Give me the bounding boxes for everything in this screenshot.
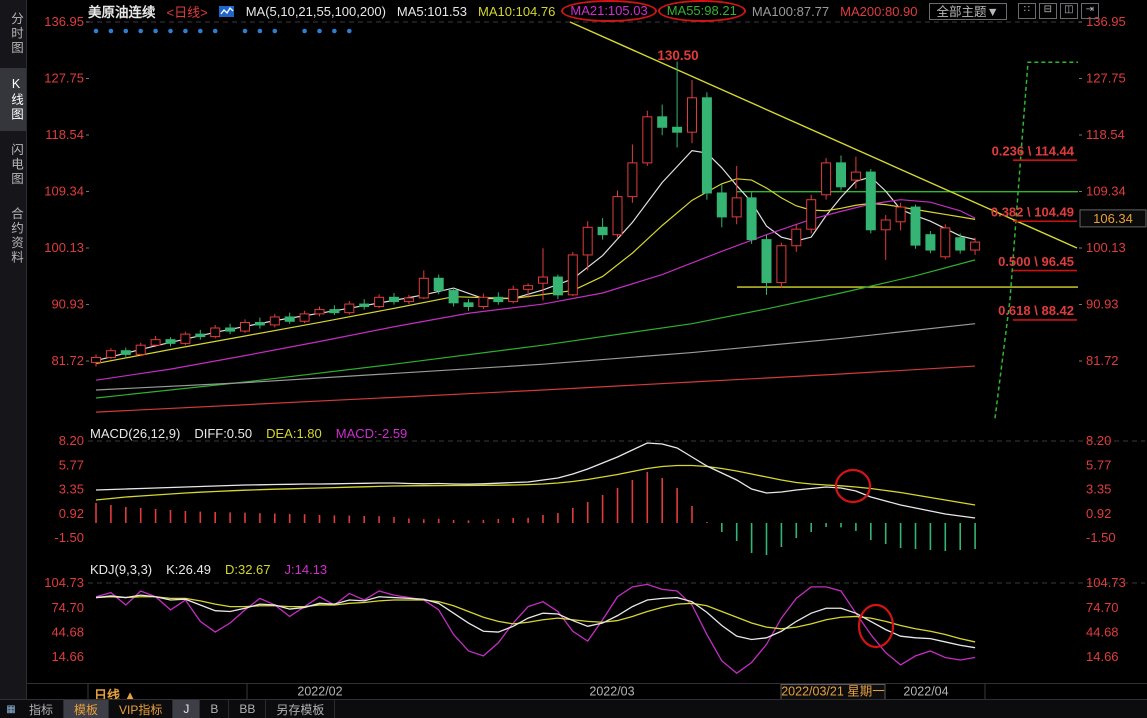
trading-terminal: 美原油连续 <日线> MA(5,10,21,55,100,200) MA5:10… <box>0 0 1147 718</box>
svg-text:109.34: 109.34 <box>44 184 84 199</box>
svg-text:0.500 \ 96.45: 0.500 \ 96.45 <box>998 254 1074 269</box>
svg-text:44.68: 44.68 <box>1086 625 1119 640</box>
svg-text:-1.50: -1.50 <box>1086 530 1116 545</box>
ma-lines <box>96 151 975 412</box>
svg-text:136.95: 136.95 <box>44 14 84 29</box>
macd-value: MACD:-2.59 <box>336 426 408 441</box>
svg-text:3.35: 3.35 <box>59 482 84 497</box>
kdj-j-value: J:14.13 <box>285 562 328 577</box>
macd-diff-value: DIFF:0.50 <box>194 426 252 441</box>
tab-template-bb[interactable]: BB <box>229 700 266 718</box>
bottom-toolbar: ▦ 指标 模板 VIP指标 J B BB 另存模板 <box>0 699 1147 718</box>
svg-text:118.54: 118.54 <box>45 127 84 142</box>
tab-indicators[interactable]: 指标 <box>19 700 64 718</box>
kdj-panel: 104.73 104.73 74.70 74.70 44.68 44.68 14.66 14.… <box>44 575 1126 673</box>
sidebar-item-flash-chart[interactable]: 闪电图 <box>0 134 26 196</box>
layout-right-icon[interactable]: ◫ <box>1060 3 1078 19</box>
svg-text:3.35: 3.35 <box>1086 482 1111 497</box>
symbol-title: 美原油连续 <box>88 1 156 21</box>
svg-text:90.93: 90.93 <box>51 297 84 312</box>
svg-text:81.72: 81.72 <box>1086 353 1119 368</box>
sidebar-item-contract-info[interactable]: 合约资料 <box>0 198 26 274</box>
svg-text:8.20: 8.20 <box>1086 433 1111 448</box>
svg-text:2022/03: 2022/03 <box>589 685 634 699</box>
theme-selector-button[interactable]: 全部主题▼ <box>929 3 1007 20</box>
svg-text:5.77: 5.77 <box>1086 458 1111 473</box>
ma21-value-circled: MA21:105.03 <box>561 0 656 22</box>
signal-dots <box>94 29 352 34</box>
sidebar: 分时图 K线图 闪电图 合约资料 <box>0 0 27 700</box>
tab-template-j[interactable]: J <box>173 700 200 718</box>
svg-text:90.93: 90.93 <box>1086 297 1119 312</box>
macd-title: MACD(26,12,9) <box>90 426 180 441</box>
window-layout-icons: ∷ ⊟ ◫ ⇥ <box>1018 3 1099 19</box>
svg-text:104.73: 104.73 <box>44 575 84 590</box>
tab-templates[interactable]: 模板 <box>64 700 109 718</box>
svg-text:0.92: 0.92 <box>1086 506 1111 521</box>
chart-canvas[interactable]: 136.95136.95127.75127.75118.54118.54109.… <box>0 0 1147 718</box>
price-readout-box: 106.34 <box>1080 210 1146 227</box>
svg-text:14.66: 14.66 <box>51 649 84 664</box>
candlestick-layer <box>92 62 980 367</box>
ma200-value: MA200:80.90 <box>840 4 917 19</box>
ma5-value: MA5:101.53 <box>397 4 467 19</box>
svg-text:2022/02: 2022/02 <box>297 685 342 699</box>
peak-price-label: 130.50 <box>657 48 698 63</box>
save-template-button[interactable]: 另存模板 <box>266 700 335 718</box>
svg-text:0.236 \ 114.44: 0.236 \ 114.44 <box>992 143 1075 158</box>
svg-text:130.50: 130.50 <box>657 48 698 63</box>
svg-text:74.70: 74.70 <box>1086 600 1119 615</box>
highlight-circles <box>836 470 893 647</box>
ma100-value: MA100:87.77 <box>752 4 829 19</box>
layout-bottom-icon[interactable]: ⊟ <box>1039 3 1057 19</box>
svg-text:-1.50: -1.50 <box>54 530 84 545</box>
sidebar-item-time-chart[interactable]: 分时图 <box>0 3 26 65</box>
svg-text:100.13: 100.13 <box>1086 240 1126 255</box>
kdj-k-value: K:26.49 <box>166 562 211 577</box>
layout-grid-icon[interactable]: ∷ <box>1018 3 1036 19</box>
svg-text:5.77: 5.77 <box>59 458 84 473</box>
svg-text:44.68: 44.68 <box>51 625 84 640</box>
svg-text:127.75: 127.75 <box>1086 71 1126 86</box>
tab-vip-indicators[interactable]: VIP指标 <box>109 700 173 718</box>
svg-text:100.13: 100.13 <box>44 240 84 255</box>
indicator-panel-icon[interactable]: ▦ <box>3 700 19 718</box>
svg-text:8.20: 8.20 <box>59 433 84 448</box>
svg-text:0.92: 0.92 <box>59 506 84 521</box>
period-tag: <日线> <box>167 2 208 21</box>
kdj-title: KDJ(9,3,3) <box>90 562 152 577</box>
svg-text:81.72: 81.72 <box>51 353 84 368</box>
macd-panel: 8.20 8.20 5.77 5.77 3.35 3.35 0.92 0.92 -1.50 -1.… <box>54 433 1115 555</box>
svg-text:0.382 \ 104.49: 0.382 \ 104.49 <box>991 204 1074 219</box>
ma10-value: MA10:104.76 <box>478 4 555 19</box>
macd-dea-value: DEA:1.80 <box>266 426 322 441</box>
tab-template-b[interactable]: B <box>200 700 229 718</box>
kline-chart-icon[interactable] <box>219 5 235 18</box>
svg-text:74.70: 74.70 <box>51 600 84 615</box>
fibonacci-levels: 0.236 \ 114.44 0.382 \ 104.49 0.500 \ 96.4… <box>991 143 1077 320</box>
macd-header: MACD(26,12,9) DIFF:0.50 DEA:1.80 MACD:-2… <box>90 426 407 441</box>
svg-text:2022/04: 2022/04 <box>903 685 948 699</box>
layout-export-icon[interactable]: ⇥ <box>1081 3 1099 19</box>
svg-text:109.34: 109.34 <box>1086 184 1126 199</box>
svg-text:0.618 \ 88.42: 0.618 \ 88.42 <box>998 303 1074 318</box>
kdj-d-value: D:32.67 <box>225 562 271 577</box>
svg-text:104.73: 104.73 <box>1086 575 1126 590</box>
kdj-header: KDJ(9,3,3) K:26.49 D:32.67 J:14.13 <box>90 562 327 577</box>
svg-text:106.34: 106.34 <box>1093 211 1133 226</box>
svg-text:14.66: 14.66 <box>1086 649 1119 664</box>
sidebar-item-kline-chart[interactable]: K线图 <box>0 68 26 131</box>
chart-header: 美原油连续 <日线> MA(5,10,21,55,100,200) MA5:10… <box>88 0 1140 22</box>
svg-text:2022/03/21 星期一: 2022/03/21 星期一 <box>781 685 885 699</box>
date-axis: 2022/02 2022/03 2022/03/21 星期一 2022/04 <box>297 685 948 700</box>
drawing-annotations <box>570 22 1078 418</box>
ma55-value-circled: MA55:98.21 <box>658 0 746 22</box>
ma-config-label: MA(5,10,21,55,100,200) <box>246 4 386 19</box>
svg-text:118.54: 118.54 <box>1086 127 1125 142</box>
svg-text:127.75: 127.75 <box>44 71 84 86</box>
